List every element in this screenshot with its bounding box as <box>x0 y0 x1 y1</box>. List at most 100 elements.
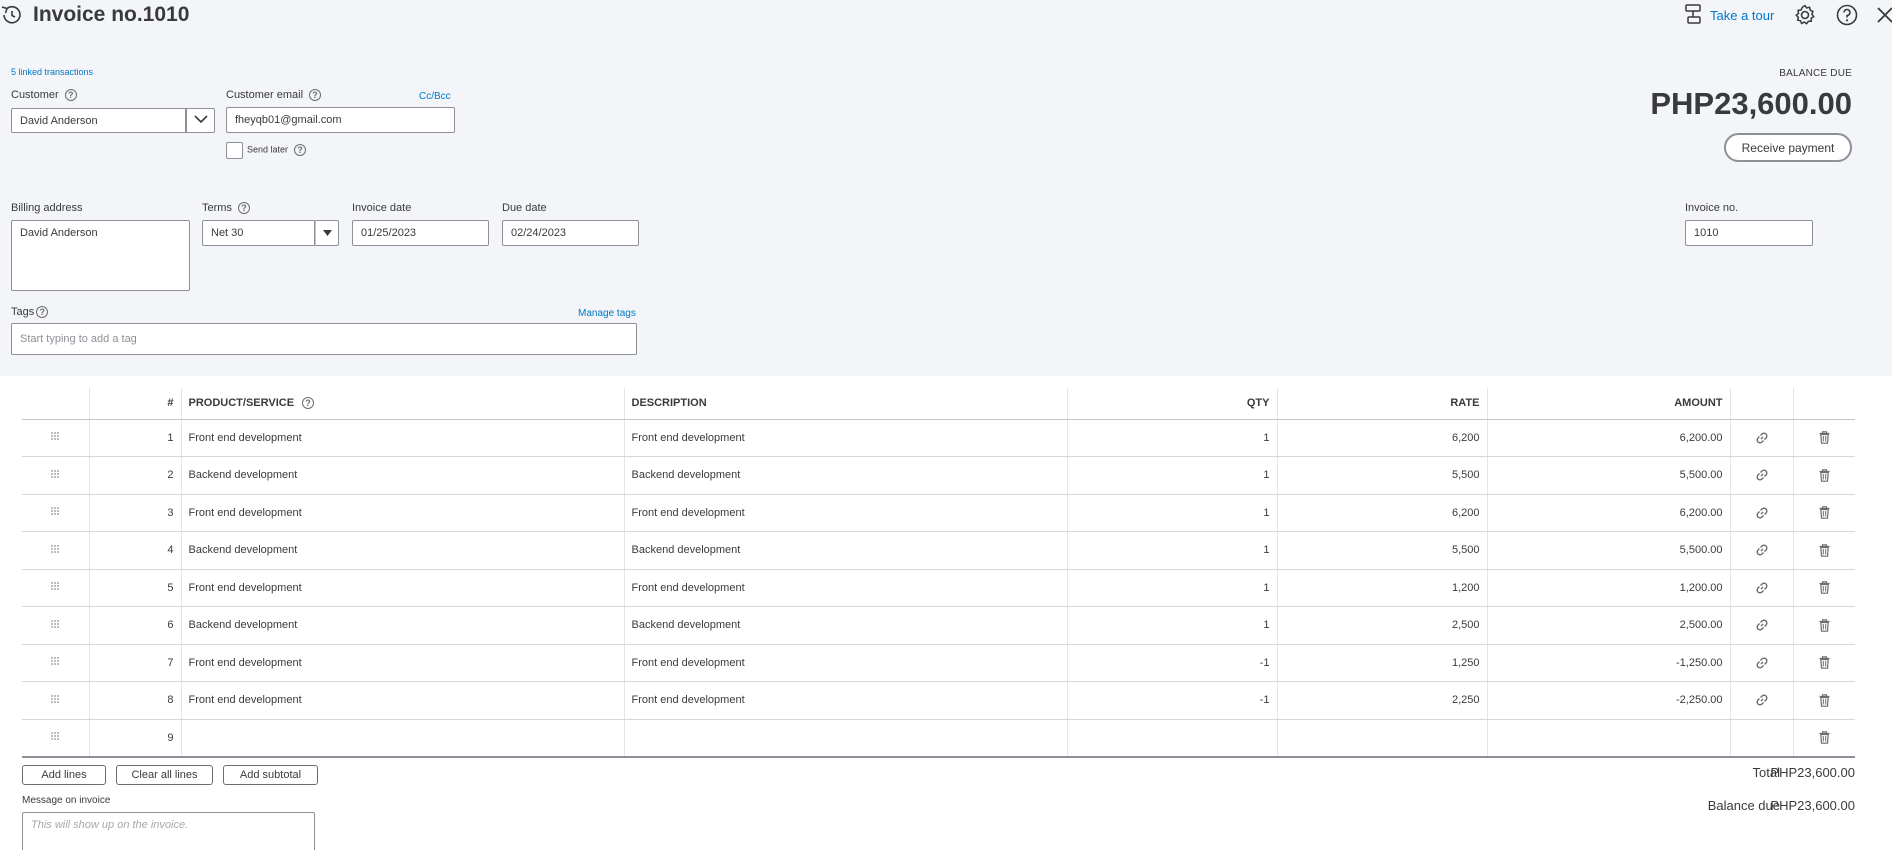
qty-cell[interactable]: 1 <box>1066 531 1277 570</box>
drag-handle-icon[interactable] <box>50 469 60 479</box>
link-icon[interactable] <box>1755 468 1769 482</box>
drag-handle-icon[interactable] <box>50 619 60 629</box>
trash-icon[interactable] <box>1819 619 1830 632</box>
rate-cell[interactable]: 6,200 <box>1276 419 1487 457</box>
link-icon[interactable] <box>1755 431 1769 445</box>
drag-handle-icon[interactable] <box>50 731 60 741</box>
terms-select[interactable]: Net 30 <box>202 220 315 246</box>
rate-cell[interactable] <box>1276 719 1487 758</box>
trash-icon[interactable] <box>1819 731 1830 744</box>
description-cell[interactable]: Backend development <box>623 606 1067 645</box>
product-service-cell[interactable]: Front end development <box>180 644 624 682</box>
link-icon[interactable] <box>1755 543 1769 557</box>
product-service-cell[interactable]: Front end development <box>180 569 624 607</box>
invoice-date-field[interactable]: 01/25/2023 <box>352 220 489 246</box>
trash-icon[interactable] <box>1819 694 1830 707</box>
linked-transactions-link[interactable]: 5 linked transactions <box>11 67 93 77</box>
due-date-field[interactable]: 02/24/2023 <box>502 220 639 246</box>
link-icon[interactable] <box>1755 506 1769 520</box>
description-cell[interactable] <box>623 719 1067 758</box>
product-service-cell[interactable] <box>180 719 624 758</box>
qty-cell[interactable] <box>1066 719 1277 758</box>
message-on-invoice-field[interactable]: This will show up on the invoice. <box>22 812 315 850</box>
link-icon[interactable] <box>1755 693 1769 707</box>
add-lines-button[interactable]: Add lines <box>22 765 106 785</box>
description-cell[interactable]: Front end development <box>623 681 1067 720</box>
rate-cell[interactable]: 5,500 <box>1276 456 1487 495</box>
qty-cell[interactable]: 1 <box>1066 606 1277 645</box>
trash-icon[interactable] <box>1819 469 1830 482</box>
tags-input[interactable]: Start typing to add a tag <box>11 323 637 355</box>
product-service-cell[interactable]: Front end development <box>180 681 624 720</box>
description-cell[interactable]: Front end development <box>623 644 1067 682</box>
drag-handle-icon[interactable] <box>50 656 60 666</box>
qty-cell[interactable]: -1 <box>1066 681 1277 720</box>
receive-payment-button[interactable]: Receive payment <box>1724 133 1852 162</box>
link-icon[interactable] <box>1755 618 1769 632</box>
question-icon[interactable]: ? <box>237 202 250 215</box>
product-service-cell[interactable]: Front end development <box>180 494 624 532</box>
product-service-cell[interactable]: Backend development <box>180 456 624 495</box>
product-service-cell[interactable]: Front end development <box>180 419 624 457</box>
drag-handle-icon[interactable] <box>50 544 60 554</box>
customer-dropdown-button[interactable] <box>186 108 215 133</box>
qty-cell[interactable]: 1 <box>1066 569 1277 607</box>
drag-handle-icon[interactable] <box>50 694 60 704</box>
qty-cell[interactable]: 1 <box>1066 494 1277 532</box>
trash-icon[interactable] <box>1819 431 1830 445</box>
description-cell[interactable]: Front end development <box>623 419 1067 457</box>
description-cell[interactable]: Front end development <box>623 494 1067 532</box>
gear-icon[interactable] <box>1793 3 1817 27</box>
add-subtotal-button[interactable]: Add subtotal <box>223 765 318 785</box>
rate-cell[interactable]: 1,200 <box>1276 569 1487 607</box>
rate-cell[interactable]: 2,500 <box>1276 606 1487 645</box>
manage-tags-link[interactable]: Manage tags <box>578 308 636 319</box>
terms-dropdown-button[interactable] <box>315 220 339 246</box>
question-icon[interactable]: ? <box>302 397 315 410</box>
amount-cell[interactable]: 2,500.00 <box>1486 606 1730 645</box>
rate-cell[interactable]: 2,250 <box>1276 681 1487 720</box>
amount-cell[interactable]: 6,200.00 <box>1486 494 1730 532</box>
amount-cell[interactable]: 5,500.00 <box>1486 531 1730 570</box>
rate-cell[interactable]: 1,250 <box>1276 644 1487 682</box>
history-icon[interactable] <box>0 3 22 27</box>
trash-icon[interactable] <box>1819 544 1830 557</box>
description-cell[interactable]: Backend development <box>623 456 1067 495</box>
description-cell[interactable]: Backend development <box>623 531 1067 570</box>
close-icon[interactable] <box>1876 3 1892 27</box>
amount-cell[interactable]: -2,250.00 <box>1486 681 1730 720</box>
trash-icon[interactable] <box>1819 656 1830 670</box>
drag-handle-icon[interactable] <box>50 431 60 441</box>
qty-cell[interactable]: -1 <box>1066 644 1277 682</box>
customer-select[interactable]: David Anderson <box>11 108 186 133</box>
help-icon[interactable] <box>1835 3 1859 27</box>
product-service-cell[interactable]: Backend development <box>180 606 624 645</box>
question-icon[interactable]: ? <box>36 306 49 319</box>
take-tour-link[interactable]: Take a tour <box>1684 2 1774 28</box>
amount-cell[interactable]: -1,250.00 <box>1486 644 1730 682</box>
amount-cell[interactable] <box>1486 719 1730 758</box>
link-icon[interactable] <box>1755 656 1769 670</box>
drag-handle-icon[interactable] <box>50 581 60 591</box>
question-icon[interactable]: ? <box>309 89 322 102</box>
description-cell[interactable]: Front end development <box>623 569 1067 607</box>
qty-cell[interactable]: 1 <box>1066 419 1277 457</box>
clear-all-lines-button[interactable]: Clear all lines <box>116 765 213 785</box>
cc-bcc-link[interactable]: Cc/Bcc <box>419 91 451 102</box>
qty-cell[interactable]: 1 <box>1066 456 1277 495</box>
drag-handle-icon[interactable] <box>50 506 60 516</box>
amount-cell[interactable]: 5,500.00 <box>1486 456 1730 495</box>
trash-icon[interactable] <box>1819 581 1830 595</box>
trash-icon[interactable] <box>1819 506 1830 520</box>
product-service-cell[interactable]: Backend development <box>180 531 624 570</box>
customer-email-field[interactable]: fheyqb01@gmail.com <box>226 107 455 133</box>
question-icon[interactable]: ? <box>294 144 307 156</box>
send-later-checkbox[interactable] <box>226 142 243 159</box>
rate-cell[interactable]: 5,500 <box>1276 531 1487 570</box>
billing-address-field[interactable]: David Anderson <box>11 220 190 291</box>
amount-cell[interactable]: 1,200.00 <box>1486 569 1730 607</box>
question-icon[interactable]: ? <box>64 89 77 102</box>
amount-cell[interactable]: 6,200.00 <box>1486 419 1730 457</box>
rate-cell[interactable]: 6,200 <box>1276 494 1487 532</box>
link-icon[interactable] <box>1755 581 1769 595</box>
